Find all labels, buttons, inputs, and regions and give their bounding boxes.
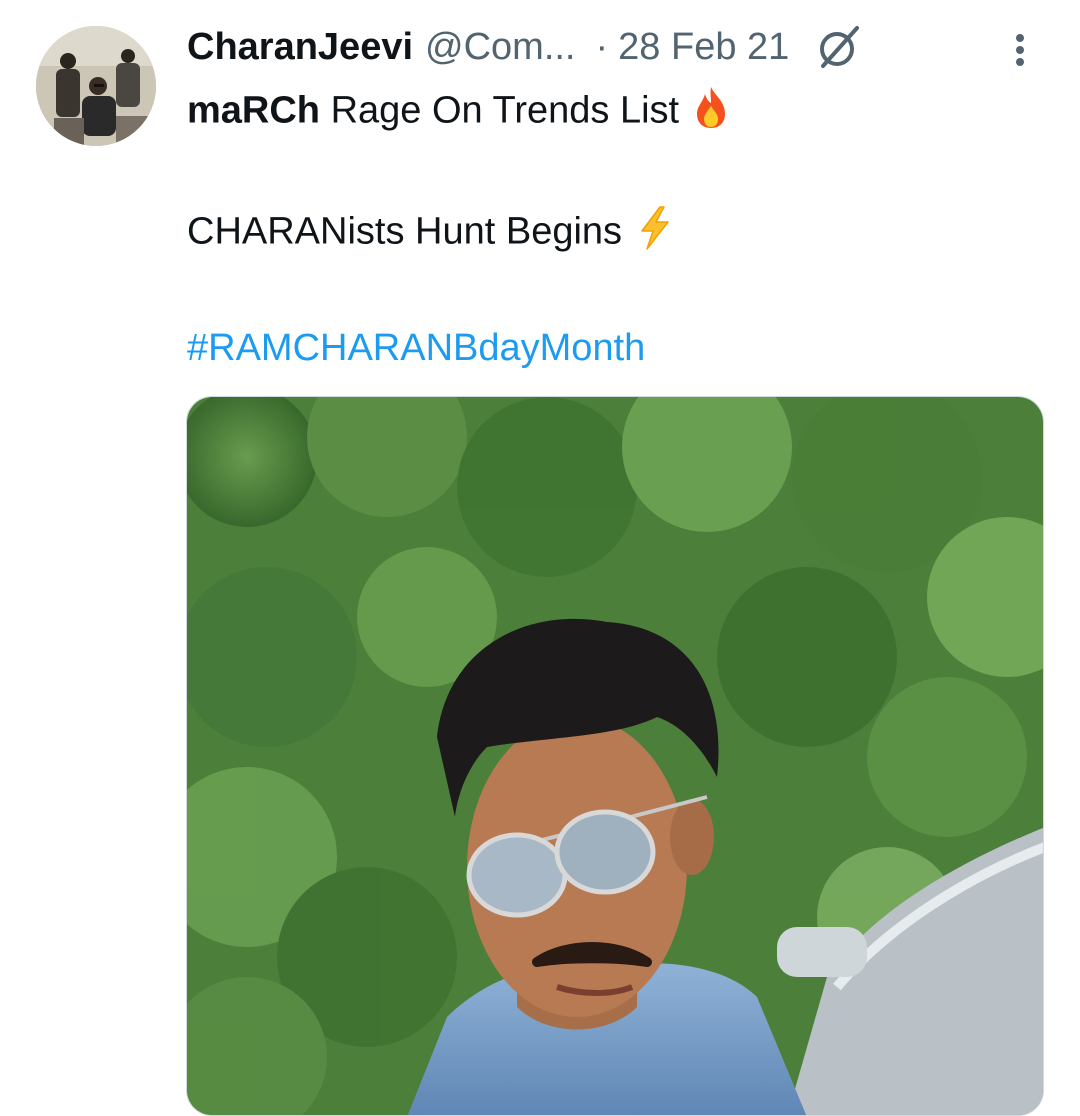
author-display-name[interactable]: CharanJeevi [187,26,413,69]
profile-photo [36,26,156,146]
hashtag-link[interactable]: #RAMCHARANBdayMonth [187,325,645,371]
avatar[interactable] [36,26,156,146]
fire-icon [691,84,731,141]
more-options-icon[interactable] [1008,28,1032,74]
tweet-media-photo[interactable] [186,396,1044,1116]
tweet-text-line-2-text: CHARANists Hunt Begins [187,210,623,253]
edited-indicator-icon [815,24,863,70]
tweet-header: CharanJeevi @Com... · 28 Feb 21 [187,24,863,70]
tweet-text-line-1: maRCh Rage On Trends List [187,84,731,141]
header-separator: · [595,25,609,68]
man-in-sunglasses-photo [187,397,1043,1115]
tweet-date[interactable]: 28 Feb 21 [618,26,789,69]
tweet-text-rest: Rage On Trends List [320,89,680,132]
tweet-text-line-2: CHARANists Hunt Begins [187,205,674,262]
tweet-text-bold: maRCh [187,89,321,132]
author-handle[interactable]: @Com... [425,26,575,69]
lightning-icon [634,205,674,262]
